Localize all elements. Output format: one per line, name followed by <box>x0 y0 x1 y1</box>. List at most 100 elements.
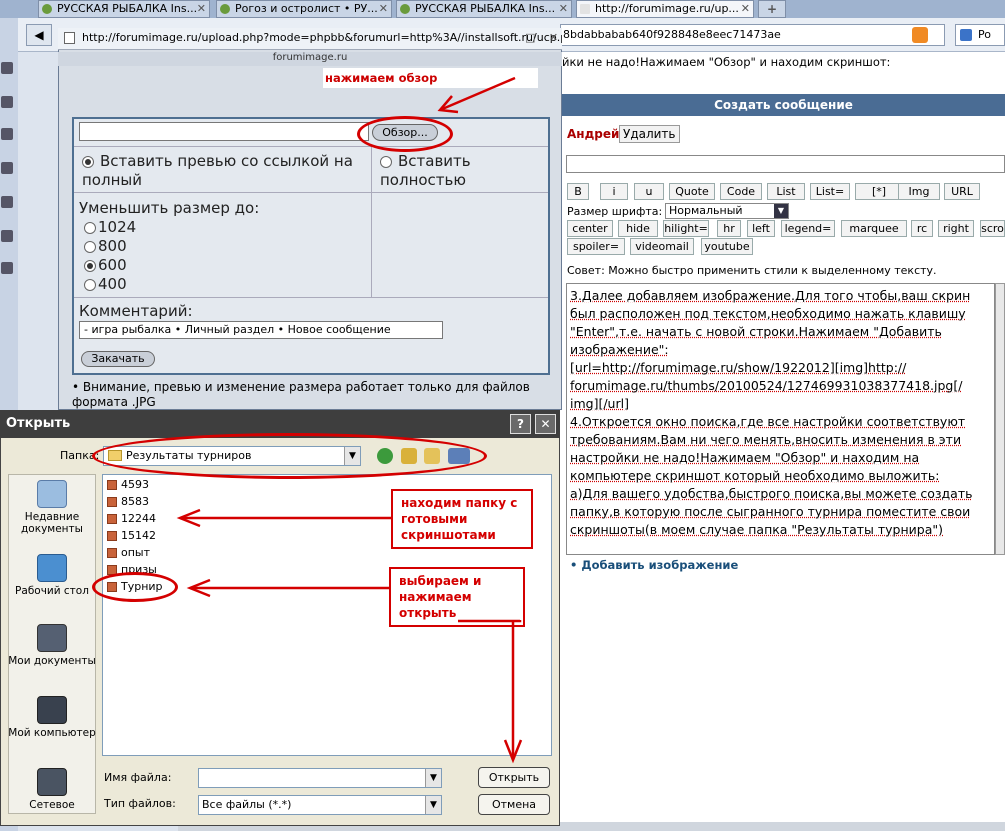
popup-window-controls[interactable]: □ ✕ <box>525 31 563 44</box>
toolbar-icon[interactable] <box>1 96 13 108</box>
open-button[interactable]: Открыть <box>478 767 550 788</box>
insert-full-option[interactable]: Вставить полностью <box>380 152 548 190</box>
size-800-option[interactable]: 800 <box>84 237 127 256</box>
file-item[interactable]: 12244 <box>107 511 156 527</box>
font-size-select[interactable]: Нормальный ▼ <box>665 203 789 219</box>
toolbar-button[interactable]: videomail <box>630 238 694 255</box>
file-item[interactable]: 8583 <box>107 494 149 510</box>
folder-highlight <box>92 433 487 479</box>
file-path-input[interactable] <box>79 122 369 141</box>
comment-input[interactable]: - игра рыбалка • Личный раздел • Новое с… <box>79 321 443 339</box>
tab-russian-fishing-1[interactable]: РУССКАЯ РЫБАЛКА Ins... ✕ <box>38 0 210 18</box>
favicon-icon <box>400 4 410 14</box>
file-item[interactable]: 15142 <box>107 528 156 544</box>
font-size-label: Размер шрифта: <box>567 205 663 218</box>
delete-button[interactable]: Удалить <box>619 125 680 143</box>
file-item[interactable]: 4593 <box>107 477 149 493</box>
folder-annotation: находим папку с готовыми скриншотами <box>391 489 533 549</box>
back-button[interactable]: ◀ <box>26 24 52 46</box>
toolbar-button[interactable]: rc <box>911 220 933 237</box>
message-scrollbar[interactable] <box>995 283 1005 555</box>
close-tab-icon[interactable]: ✕ <box>741 1 750 17</box>
add-image-link[interactable]: • Добавить изображение <box>570 558 738 572</box>
toolbar-button[interactable]: Quote <box>669 183 715 200</box>
toolbar-button[interactable]: right <box>938 220 974 237</box>
insert-preview-option[interactable]: Вставить превью со ссылкой на полный <box>82 152 367 190</box>
jpg-notice: • Внимание, превью и изменение размера р… <box>72 380 530 409</box>
place-my-computer[interactable]: Мой компьютер <box>8 696 96 739</box>
toolbar-button[interactable]: hr <box>717 220 741 237</box>
toolbar-button[interactable]: B <box>567 183 589 200</box>
toolbar-button[interactable]: List <box>767 183 805 200</box>
radio-icon <box>380 155 392 168</box>
toolbar-button[interactable]: URL <box>944 183 980 200</box>
file-name-input[interactable]: ▼ <box>198 768 442 788</box>
toolbar-button[interactable]: spoiler= <box>567 238 625 255</box>
size-600-option[interactable]: 600 <box>84 256 127 275</box>
cancel-button[interactable]: Отмена <box>478 794 550 815</box>
toolbar-button[interactable]: Code <box>720 183 762 200</box>
toolbar-icon[interactable] <box>1 262 13 274</box>
subject-input[interactable] <box>566 155 1005 173</box>
place-desktop[interactable]: Рабочий стол <box>8 554 96 597</box>
file-type-select[interactable]: Все файлы (*.*) ▼ <box>198 795 442 815</box>
page-icon <box>64 32 75 44</box>
toolbar-button[interactable]: i <box>600 183 628 200</box>
place-label: Рабочий стол <box>15 585 89 597</box>
recent-documents-icon <box>37 480 67 508</box>
toolbar-icon[interactable] <box>1 196 13 208</box>
toolbar-button[interactable]: scro <box>980 220 1005 237</box>
toolbar-button[interactable]: Img <box>898 183 940 200</box>
size-label: 400 <box>98 275 127 293</box>
chevron-down-icon: ▼ <box>774 204 788 218</box>
file-icon <box>107 480 117 490</box>
rss-icon[interactable] <box>912 27 928 43</box>
radio-icon <box>84 221 96 234</box>
new-tab-button[interactable]: + <box>758 0 786 18</box>
toolbar-button[interactable]: legend= <box>781 220 835 237</box>
search-prefix: Po <box>978 28 991 41</box>
toolbar-button[interactable]: u <box>634 183 664 200</box>
size-1024-option[interactable]: 1024 <box>84 218 136 237</box>
toolbar-icon[interactable] <box>1 128 13 140</box>
size-label: 800 <box>98 237 127 255</box>
size-400-option[interactable]: 400 <box>84 275 127 294</box>
tab-forumimage[interactable]: http://forumimage.ru/up... ✕ <box>576 0 754 18</box>
toolbar-button[interactable]: hide <box>618 220 658 237</box>
close-tab-icon[interactable]: ✕ <box>197 1 206 17</box>
address-bar[interactable]: 8bdabbabab640f928848e8eec71473ae <box>560 24 945 46</box>
close-tab-icon[interactable]: ✕ <box>559 1 568 17</box>
search-box[interactable]: Po <box>955 24 1005 46</box>
file-icon <box>107 514 117 524</box>
toolbar-button[interactable]: hilight= <box>663 220 709 237</box>
toolbar-button[interactable]: youtube <box>701 238 753 255</box>
file-name: опыт <box>121 546 151 559</box>
close-tab-icon[interactable]: ✕ <box>379 1 388 17</box>
close-button[interactable]: ✕ <box>535 414 556 434</box>
resize-label: Уменьшить размер до: <box>79 199 260 217</box>
toolbar-button[interactable]: left <box>747 220 775 237</box>
tab-russian-fishing-2[interactable]: РУССКАЯ РЫБАЛКА Ins... ✕ <box>396 0 572 18</box>
radio-icon <box>84 240 96 253</box>
place-recent-documents[interactable]: Недавние документы <box>8 480 96 535</box>
toolbar-icon[interactable] <box>1 230 13 242</box>
message-line: изображение": <box>570 342 669 357</box>
place-label: Мои документы <box>8 655 96 667</box>
place-network[interactable]: Сетевое <box>8 768 96 811</box>
file-item[interactable]: опыт <box>107 545 150 561</box>
message-line: forumimage.ru/thumbs/20100524/1274699310… <box>570 378 963 393</box>
toolbar-icon[interactable] <box>1 162 13 174</box>
toolbar-button[interactable]: List= <box>810 183 850 200</box>
message-textarea[interactable]: 3.Далее добавляем изображение.Для того ч… <box>566 283 995 555</box>
toolbar-icon[interactable] <box>1 62 13 74</box>
tab-rogoz[interactable]: Рогоз и остролист • РУ... ✕ <box>216 0 392 18</box>
upload-button[interactable]: Закачать <box>81 351 155 367</box>
font-size-value: Нормальный <box>669 204 743 217</box>
toolbar-button[interactable]: marquee <box>841 220 907 237</box>
toolbar-button[interactable]: center <box>567 220 613 237</box>
place-my-documents[interactable]: Мои документы <box>8 624 96 667</box>
toolbar-button[interactable]: [*] <box>855 183 903 200</box>
place-label: Недавние документы <box>21 511 83 535</box>
file-name: 4593 <box>121 478 149 491</box>
help-button[interactable]: ? <box>510 414 531 434</box>
